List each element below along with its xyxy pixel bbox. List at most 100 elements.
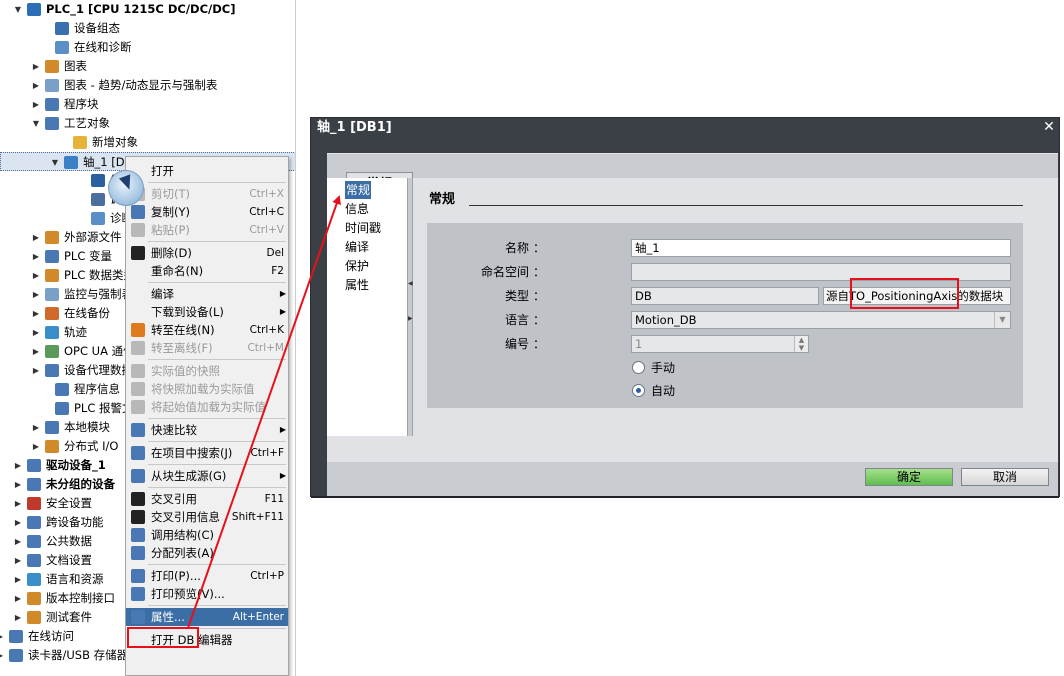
section-title: 常规 xyxy=(429,192,456,207)
expand-right-icon[interactable]: ▶ xyxy=(31,95,41,114)
tree-item-label: 工艺对象 xyxy=(64,116,110,130)
menu-item[interactable]: 分配列表(A) xyxy=(126,544,288,562)
menu-item[interactable]: 重命名(N) F2 xyxy=(126,262,288,280)
menu-item-shortcut: Ctrl+M xyxy=(247,342,284,354)
panel-splitter[interactable]: ◀ ▶ xyxy=(407,178,413,436)
menu-item[interactable]: 快速比较 ▶ xyxy=(126,421,288,439)
chevron-down-icon[interactable]: ▼ xyxy=(994,312,1010,328)
nav-item[interactable]: 信息 xyxy=(345,200,369,218)
tree-item-label: 设备代理数据 xyxy=(64,363,133,377)
tree-item[interactable]: ▼ 工艺对象 xyxy=(0,114,295,133)
expand-right-icon[interactable]: ▶ xyxy=(31,247,41,266)
language-select[interactable]: Motion_DB ▼ xyxy=(631,311,1011,329)
name-field[interactable]: 轴_1 xyxy=(631,239,1011,257)
ok-button[interactable]: 确定 xyxy=(865,468,953,486)
tree-item[interactable]: 在线和诊断 xyxy=(0,38,295,57)
tree-item[interactable]: 新增对象 xyxy=(0,133,295,152)
tree-item[interactable]: ▶ 程序块 xyxy=(0,95,295,114)
expand-right-icon[interactable]: ▶ xyxy=(31,228,41,247)
expand-right-icon[interactable]: ▶ xyxy=(13,456,23,475)
menu-item-shortcut: Alt+Enter xyxy=(232,611,284,623)
expand-right-icon[interactable]: ▶ xyxy=(13,570,23,589)
expand-right-icon[interactable]: ▶ xyxy=(13,475,23,494)
menu-item-icon xyxy=(131,510,145,524)
tree-item-label: 新增对象 xyxy=(92,135,138,149)
expand-right-icon[interactable]: ▶ xyxy=(31,437,41,456)
expand-right-icon[interactable]: ▶ xyxy=(13,532,23,551)
menu-item[interactable]: 复制(Y) Ctrl+C xyxy=(126,203,288,221)
menu-item[interactable]: 粘贴(P) Ctrl+V xyxy=(126,221,288,239)
tree-item-icon xyxy=(91,212,105,225)
menu-item[interactable]: 打印(P)... Ctrl+P xyxy=(126,567,288,585)
menu-item[interactable]: 属性... Alt+Enter xyxy=(126,608,288,626)
expand-right-icon[interactable]: ▶ xyxy=(31,342,41,361)
radio-manual[interactable] xyxy=(632,361,645,374)
nav-item[interactable]: 时间戳 xyxy=(345,219,381,237)
menu-item[interactable]: 删除(D) Del xyxy=(126,244,288,262)
menu-item[interactable]: 交叉引用信息 Shift+F11 xyxy=(126,508,288,526)
menu-item[interactable]: 下载到设备(L) ▶ xyxy=(126,303,288,321)
expand-down-icon[interactable]: ▼ xyxy=(13,0,23,19)
tree-item[interactable]: ▼ PLC_1 [CPU 1215C DC/DC/DC] xyxy=(0,0,295,19)
tree-item[interactable]: ▶ 图表 xyxy=(0,57,295,76)
expand-right-icon[interactable]: ▶ xyxy=(31,266,41,285)
tree-item-icon xyxy=(55,41,69,54)
expand-right-icon[interactable]: ▶ xyxy=(0,627,5,646)
menu-item[interactable]: 在项目中搜索(J) Ctrl+F xyxy=(126,444,288,462)
cancel-button[interactable]: 取消 xyxy=(961,468,1049,486)
menu-item[interactable]: 打开 xyxy=(126,162,288,180)
nav-item[interactable]: 常规 xyxy=(345,181,372,199)
expand-right-icon[interactable]: ▶ xyxy=(13,494,23,513)
expand-right-icon[interactable]: ▶ xyxy=(31,323,41,342)
tree-item[interactable]: ▶ 图表 - 趋势/动态显示与强制表 xyxy=(0,76,295,95)
expand-right-icon[interactable]: ▶ xyxy=(31,304,41,323)
expand-down-icon[interactable]: ▼ xyxy=(50,153,60,172)
menu-item[interactable]: 剪切(T) Ctrl+X xyxy=(126,185,288,203)
expand-right-icon[interactable]: ▶ xyxy=(31,361,41,380)
radio-auto[interactable] xyxy=(632,384,645,397)
menu-item[interactable]: 转至离线(F) Ctrl+M xyxy=(126,339,288,357)
menu-item[interactable]: 转至在线(N) Ctrl+K xyxy=(126,321,288,339)
expand-right-icon[interactable]: ▶ xyxy=(13,513,23,532)
tree-item[interactable]: 设备组态 xyxy=(0,19,295,38)
name-label: 名称 xyxy=(504,241,529,255)
menu-item[interactable]: 实际值的快照 xyxy=(126,362,288,380)
expand-right-icon[interactable]: ▶ xyxy=(31,76,41,95)
menu-item[interactable]: 调用结构(C) xyxy=(126,526,288,544)
expand-right-icon[interactable]: ▶ xyxy=(31,418,41,437)
tree-item-label: 图表 xyxy=(64,59,87,73)
menu-item[interactable]: 将起始值加载为实际值 xyxy=(126,398,288,416)
expand-right-icon[interactable]: ▶ xyxy=(13,589,23,608)
dialog-footer: 确定 取消 xyxy=(327,462,1058,496)
number-stepper[interactable]: 1 ▲ ▼ xyxy=(631,335,809,353)
collapse-left-icon[interactable]: ◀ xyxy=(408,280,413,288)
nav-item[interactable]: 属性 xyxy=(345,276,369,294)
expand-right-icon[interactable]: ▶ xyxy=(13,608,23,627)
menu-item[interactable]: 编译 ▶ xyxy=(126,285,288,303)
nav-item[interactable]: 保护 xyxy=(345,257,369,275)
menu-item[interactable]: 打印预览(V)... xyxy=(126,585,288,603)
expand-right-icon[interactable]: ▶ xyxy=(408,315,413,323)
close-icon[interactable]: ✕ xyxy=(1040,118,1058,136)
menu-item[interactable]: 将快照加载为实际值 xyxy=(126,380,288,398)
properties-annotation-box xyxy=(127,627,199,648)
expand-down-icon[interactable]: ▼ xyxy=(31,114,41,133)
expand-right-icon[interactable]: ▶ xyxy=(31,285,41,304)
expand-right-icon[interactable]: ▶ xyxy=(13,551,23,570)
menu-item-icon xyxy=(131,610,145,624)
menu-item[interactable]: 从块生成源(G) ▶ xyxy=(126,467,288,485)
tree-item-icon xyxy=(45,231,59,244)
menu-separator xyxy=(148,182,286,183)
menu-item-label: 复制(Y) xyxy=(151,205,190,219)
menu-item[interactable]: 交叉引用 F11 xyxy=(126,490,288,508)
spin-arrows-icon[interactable]: ▲ ▼ xyxy=(794,336,808,352)
tree-item-label: 程序块 xyxy=(64,97,99,111)
nav-item[interactable]: 编译 xyxy=(345,238,369,256)
menu-separator xyxy=(148,282,286,283)
dialog-bottom-edge xyxy=(311,496,1059,498)
expand-right-icon[interactable]: ▶ xyxy=(0,646,5,665)
tree-item-label: 安全设置 xyxy=(46,496,92,510)
menu-item-label: 打印预览(V)... xyxy=(151,587,225,601)
expand-right-icon[interactable]: ▶ xyxy=(31,57,41,76)
menu-item-label: 在项目中搜索(J) xyxy=(151,446,233,460)
